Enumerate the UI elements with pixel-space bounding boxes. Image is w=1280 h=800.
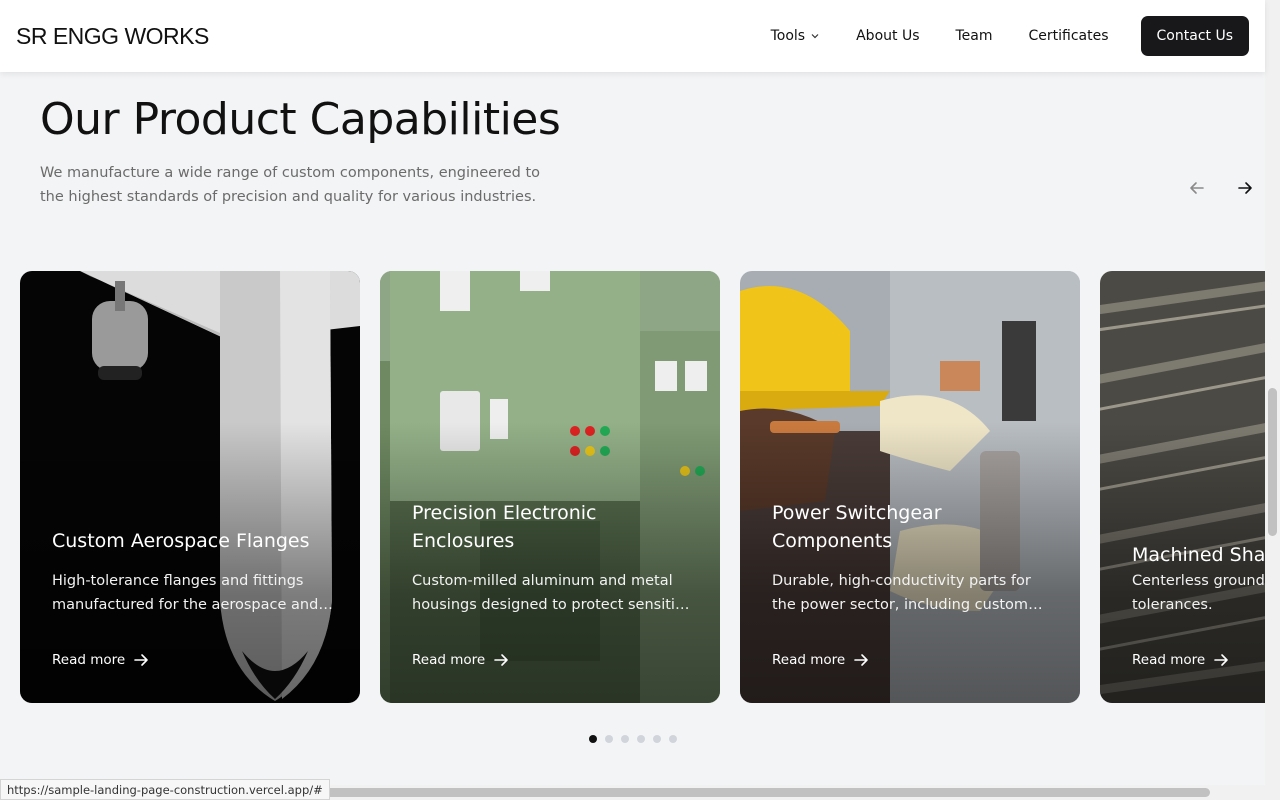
nav-tools-label: Tools <box>770 28 806 44</box>
product-card-switchgear-components[interactable]: Power Switchgear Components Durable, hig… <box>740 271 1080 703</box>
arrow-right-icon <box>134 654 148 666</box>
read-more-link[interactable]: Read more <box>412 652 509 668</box>
card-title: Power Switchgear Components <box>772 502 942 552</box>
product-carousel: Custom Aerospace Flanges High-tolerance … <box>0 271 1265 704</box>
read-more-link[interactable]: Read more <box>1132 652 1229 668</box>
nav-about-us[interactable]: About Us <box>856 28 919 44</box>
carousel-dot[interactable] <box>621 735 629 743</box>
card-title: Machined Shafts <box>1132 544 1265 566</box>
product-card-machined-shafts[interactable]: Machined Shafts Centerless ground shafts… <box>1100 271 1265 703</box>
carousel-pagination <box>589 735 685 743</box>
vertical-scrollbar[interactable] <box>1265 0 1280 785</box>
carousel-dot[interactable] <box>637 735 645 743</box>
contact-us-button[interactable]: Contact Us <box>1140 16 1249 56</box>
read-more-label: Read more <box>1132 652 1206 668</box>
nav-tools[interactable]: Tools <box>771 28 821 44</box>
card-description: Custom-milled aluminum and metal housing… <box>412 573 693 613</box>
carousel-prev-button[interactable] <box>1185 176 1209 200</box>
arrow-right-icon <box>494 654 508 666</box>
section-subtitle: We manufacture a wide range of custom co… <box>40 165 541 205</box>
arrow-right-icon <box>1214 654 1228 666</box>
main-nav: Tools About Us Team Certificates Contact… <box>771 16 1249 56</box>
read-more-link[interactable]: Read more <box>52 652 149 668</box>
carousel-next-button[interactable] <box>1233 176 1257 200</box>
carousel-dot[interactable] <box>653 735 661 743</box>
card-description: Durable, high-conductivity parts for the… <box>772 573 1031 613</box>
chevron-down-icon <box>811 34 819 39</box>
read-more-label: Read more <box>52 652 126 668</box>
section-title: Our Product Capabilities <box>40 94 561 145</box>
brand-logo[interactable]: SR ENGG WORKS <box>16 23 209 50</box>
carousel-dot[interactable] <box>605 735 613 743</box>
card-description: Centerless ground shafts with precise to… <box>1132 573 1265 613</box>
read-more-label: Read more <box>412 652 486 668</box>
status-bar-url: https://sample-landing-page-construction… <box>0 779 330 800</box>
horizontal-scrollbar-thumb[interactable] <box>290 788 1210 797</box>
product-card-electronic-enclosures[interactable]: Precision Electronic Enclosures Custom-m… <box>380 271 720 703</box>
read-more-link[interactable]: Read more <box>772 652 869 668</box>
site-header: SR ENGG WORKS Tools About Us Team Certif… <box>0 0 1265 72</box>
card-gradient <box>380 271 720 703</box>
card-description: High-tolerance flanges and fittings manu… <box>52 573 319 613</box>
card-gradient <box>740 271 1080 703</box>
carousel-dot[interactable] <box>669 735 677 743</box>
product-card-aerospace-flanges[interactable]: Custom Aerospace Flanges High-tolerance … <box>20 271 360 703</box>
card-title: Precision Electronic Enclosures <box>412 502 597 552</box>
arrow-right-icon <box>1238 182 1252 194</box>
card-title: Custom Aerospace Flanges <box>52 530 310 552</box>
nav-team[interactable]: Team <box>956 28 993 44</box>
carousel-dot[interactable] <box>589 735 597 743</box>
read-more-label: Read more <box>772 652 846 668</box>
card-gradient <box>1100 271 1265 703</box>
nav-certificates[interactable]: Certificates <box>1029 28 1109 44</box>
vertical-scrollbar-thumb[interactable] <box>1268 388 1277 536</box>
card-gradient <box>20 271 360 703</box>
arrow-right-icon <box>854 654 868 666</box>
arrow-left-icon <box>1190 182 1204 194</box>
